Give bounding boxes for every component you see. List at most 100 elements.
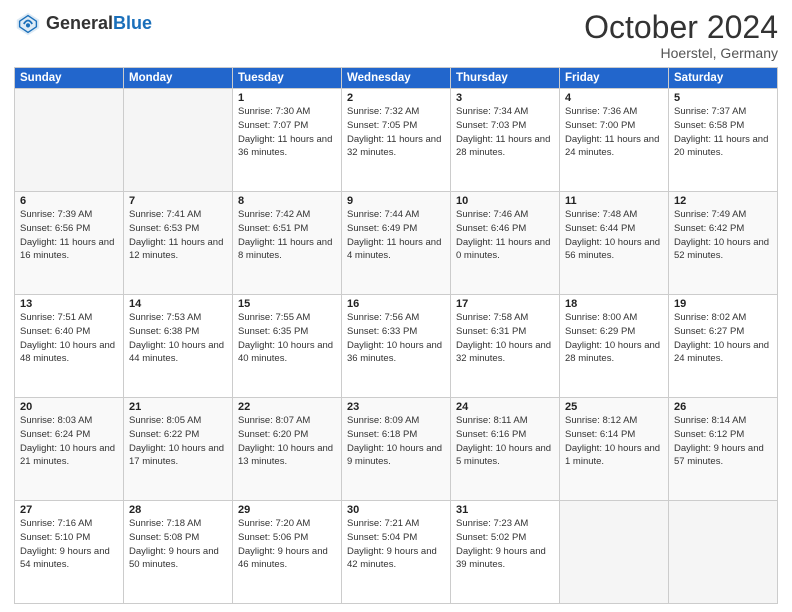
calendar-cell xyxy=(669,501,778,604)
calendar-cell: 31Sunrise: 7:23 AMSunset: 5:02 PMDayligh… xyxy=(451,501,560,604)
day-number: 14 xyxy=(129,298,227,310)
calendar-header-friday: Friday xyxy=(560,68,669,89)
cell-details: Sunrise: 8:07 AMSunset: 6:20 PMDaylight:… xyxy=(238,414,336,469)
day-number: 4 xyxy=(565,92,663,104)
calendar-cell: 10Sunrise: 7:46 AMSunset: 6:46 PMDayligh… xyxy=(451,192,560,295)
cell-details: Sunrise: 7:46 AMSunset: 6:46 PMDaylight:… xyxy=(456,208,554,263)
calendar-cell: 4Sunrise: 7:36 AMSunset: 7:00 PMDaylight… xyxy=(560,89,669,192)
cell-details: Sunrise: 8:11 AMSunset: 6:16 PMDaylight:… xyxy=(456,414,554,469)
day-number: 31 xyxy=(456,504,554,516)
day-number: 5 xyxy=(674,92,772,104)
calendar-week-1: 1Sunrise: 7:30 AMSunset: 7:07 PMDaylight… xyxy=(15,89,778,192)
calendar-cell: 28Sunrise: 7:18 AMSunset: 5:08 PMDayligh… xyxy=(124,501,233,604)
calendar-cell: 3Sunrise: 7:34 AMSunset: 7:03 PMDaylight… xyxy=(451,89,560,192)
calendar-cell: 13Sunrise: 7:51 AMSunset: 6:40 PMDayligh… xyxy=(15,295,124,398)
logo-text: GeneralBlue xyxy=(46,14,152,34)
calendar-table: SundayMondayTuesdayWednesdayThursdayFrid… xyxy=(14,67,778,604)
calendar-cell: 16Sunrise: 7:56 AMSunset: 6:33 PMDayligh… xyxy=(342,295,451,398)
day-number: 15 xyxy=(238,298,336,310)
header: GeneralBlue October 2024 Hoerstel, Germa… xyxy=(14,10,778,61)
month-title: October 2024 xyxy=(584,10,778,45)
location: Hoerstel, Germany xyxy=(584,45,778,61)
calendar-cell: 18Sunrise: 8:00 AMSunset: 6:29 PMDayligh… xyxy=(560,295,669,398)
calendar-cell: 1Sunrise: 7:30 AMSunset: 7:07 PMDaylight… xyxy=(233,89,342,192)
calendar-cell: 8Sunrise: 7:42 AMSunset: 6:51 PMDaylight… xyxy=(233,192,342,295)
cell-details: Sunrise: 8:09 AMSunset: 6:18 PMDaylight:… xyxy=(347,414,445,469)
cell-details: Sunrise: 7:41 AMSunset: 6:53 PMDaylight:… xyxy=(129,208,227,263)
day-number: 19 xyxy=(674,298,772,310)
cell-details: Sunrise: 7:55 AMSunset: 6:35 PMDaylight:… xyxy=(238,311,336,366)
day-number: 2 xyxy=(347,92,445,104)
calendar-header-tuesday: Tuesday xyxy=(233,68,342,89)
day-number: 16 xyxy=(347,298,445,310)
cell-details: Sunrise: 7:21 AMSunset: 5:04 PMDaylight:… xyxy=(347,517,445,572)
calendar-week-3: 13Sunrise: 7:51 AMSunset: 6:40 PMDayligh… xyxy=(15,295,778,398)
calendar-cell: 9Sunrise: 7:44 AMSunset: 6:49 PMDaylight… xyxy=(342,192,451,295)
day-number: 21 xyxy=(129,401,227,413)
cell-details: Sunrise: 7:37 AMSunset: 6:58 PMDaylight:… xyxy=(674,105,772,160)
calendar-cell: 12Sunrise: 7:49 AMSunset: 6:42 PMDayligh… xyxy=(669,192,778,295)
calendar-cell: 22Sunrise: 8:07 AMSunset: 6:20 PMDayligh… xyxy=(233,398,342,501)
cell-details: Sunrise: 7:20 AMSunset: 5:06 PMDaylight:… xyxy=(238,517,336,572)
calendar-cell: 23Sunrise: 8:09 AMSunset: 6:18 PMDayligh… xyxy=(342,398,451,501)
calendar-header-row: SundayMondayTuesdayWednesdayThursdayFrid… xyxy=(15,68,778,89)
cell-details: Sunrise: 8:12 AMSunset: 6:14 PMDaylight:… xyxy=(565,414,663,469)
calendar-cell: 20Sunrise: 8:03 AMSunset: 6:24 PMDayligh… xyxy=(15,398,124,501)
day-number: 25 xyxy=(565,401,663,413)
cell-details: Sunrise: 7:49 AMSunset: 6:42 PMDaylight:… xyxy=(674,208,772,263)
cell-details: Sunrise: 7:39 AMSunset: 6:56 PMDaylight:… xyxy=(20,208,118,263)
cell-details: Sunrise: 7:30 AMSunset: 7:07 PMDaylight:… xyxy=(238,105,336,160)
calendar-week-2: 6Sunrise: 7:39 AMSunset: 6:56 PMDaylight… xyxy=(15,192,778,295)
logo: GeneralBlue xyxy=(14,10,152,38)
calendar-cell: 30Sunrise: 7:21 AMSunset: 5:04 PMDayligh… xyxy=(342,501,451,604)
day-number: 26 xyxy=(674,401,772,413)
day-number: 24 xyxy=(456,401,554,413)
day-number: 20 xyxy=(20,401,118,413)
calendar-header-saturday: Saturday xyxy=(669,68,778,89)
day-number: 29 xyxy=(238,504,336,516)
day-number: 3 xyxy=(456,92,554,104)
calendar-cell: 26Sunrise: 8:14 AMSunset: 6:12 PMDayligh… xyxy=(669,398,778,501)
calendar-cell: 14Sunrise: 7:53 AMSunset: 6:38 PMDayligh… xyxy=(124,295,233,398)
calendar-header-sunday: Sunday xyxy=(15,68,124,89)
calendar-cell: 29Sunrise: 7:20 AMSunset: 5:06 PMDayligh… xyxy=(233,501,342,604)
cell-details: Sunrise: 7:53 AMSunset: 6:38 PMDaylight:… xyxy=(129,311,227,366)
cell-details: Sunrise: 8:05 AMSunset: 6:22 PMDaylight:… xyxy=(129,414,227,469)
day-number: 17 xyxy=(456,298,554,310)
calendar-cell: 7Sunrise: 7:41 AMSunset: 6:53 PMDaylight… xyxy=(124,192,233,295)
cell-details: Sunrise: 7:23 AMSunset: 5:02 PMDaylight:… xyxy=(456,517,554,572)
day-number: 28 xyxy=(129,504,227,516)
calendar-cell: 5Sunrise: 7:37 AMSunset: 6:58 PMDaylight… xyxy=(669,89,778,192)
day-number: 10 xyxy=(456,195,554,207)
logo-icon xyxy=(14,10,42,38)
cell-details: Sunrise: 8:00 AMSunset: 6:29 PMDaylight:… xyxy=(565,311,663,366)
day-number: 1 xyxy=(238,92,336,104)
cell-details: Sunrise: 7:56 AMSunset: 6:33 PMDaylight:… xyxy=(347,311,445,366)
day-number: 11 xyxy=(565,195,663,207)
calendar-cell: 25Sunrise: 8:12 AMSunset: 6:14 PMDayligh… xyxy=(560,398,669,501)
logo-general: General xyxy=(46,13,113,33)
cell-details: Sunrise: 7:36 AMSunset: 7:00 PMDaylight:… xyxy=(565,105,663,160)
calendar-header-monday: Monday xyxy=(124,68,233,89)
day-number: 12 xyxy=(674,195,772,207)
calendar-header-wednesday: Wednesday xyxy=(342,68,451,89)
cell-details: Sunrise: 7:42 AMSunset: 6:51 PMDaylight:… xyxy=(238,208,336,263)
cell-details: Sunrise: 7:51 AMSunset: 6:40 PMDaylight:… xyxy=(20,311,118,366)
cell-details: Sunrise: 7:44 AMSunset: 6:49 PMDaylight:… xyxy=(347,208,445,263)
day-number: 9 xyxy=(347,195,445,207)
day-number: 13 xyxy=(20,298,118,310)
calendar-cell xyxy=(15,89,124,192)
calendar-cell: 11Sunrise: 7:48 AMSunset: 6:44 PMDayligh… xyxy=(560,192,669,295)
day-number: 8 xyxy=(238,195,336,207)
calendar-cell: 27Sunrise: 7:16 AMSunset: 5:10 PMDayligh… xyxy=(15,501,124,604)
day-number: 27 xyxy=(20,504,118,516)
cell-details: Sunrise: 8:03 AMSunset: 6:24 PMDaylight:… xyxy=(20,414,118,469)
calendar-cell xyxy=(124,89,233,192)
calendar-cell: 21Sunrise: 8:05 AMSunset: 6:22 PMDayligh… xyxy=(124,398,233,501)
calendar-cell: 6Sunrise: 7:39 AMSunset: 6:56 PMDaylight… xyxy=(15,192,124,295)
day-number: 23 xyxy=(347,401,445,413)
day-number: 7 xyxy=(129,195,227,207)
calendar-cell: 19Sunrise: 8:02 AMSunset: 6:27 PMDayligh… xyxy=(669,295,778,398)
day-number: 6 xyxy=(20,195,118,207)
calendar-cell: 24Sunrise: 8:11 AMSunset: 6:16 PMDayligh… xyxy=(451,398,560,501)
